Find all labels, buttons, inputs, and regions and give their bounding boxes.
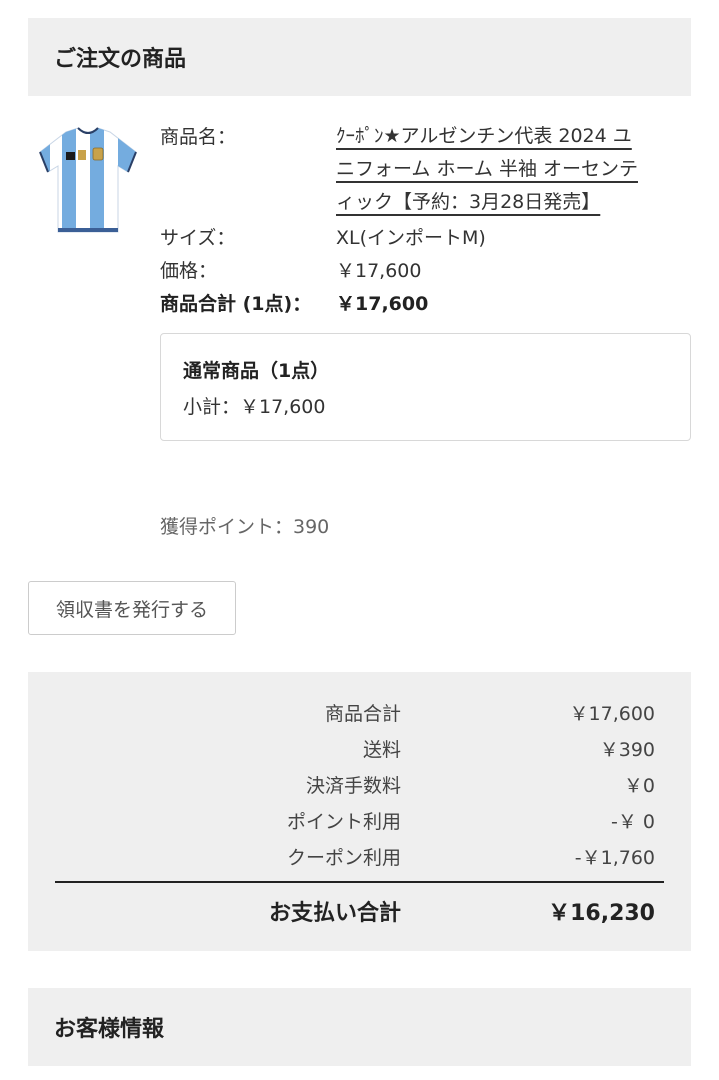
summary-row-value: ￥390 <box>599 739 655 761</box>
summary-row-label: 決済手数料 <box>305 775 401 797</box>
product-name-link[interactable]: ｸｰﾎﾟﾝ★アルゼンチン代表 2024 ユ ニフォーム ホーム 半袖 オーセンテ… <box>336 120 684 219</box>
customer-info-header: お客様情報 <box>28 988 691 1066</box>
subtotal-box-title: 通常商品（1点） <box>183 360 330 382</box>
summary-row-value: ￥0 <box>623 775 655 797</box>
issue-receipt-button[interactable]: 領収書を発行する <box>28 581 236 635</box>
summary-row-label: クーポン利用 <box>286 847 401 869</box>
order-items-title: ご注文の商品 <box>54 47 187 72</box>
customer-info-title: お客様情報 <box>54 1017 165 1042</box>
order-detail-page: ご注文の商品 商品名： ｸｰﾎﾟﾝ★アルゼンチン代表 2024 ユ ニフォーム … <box>0 0 719 1080</box>
summary-row-label: 商品合計 <box>324 703 401 725</box>
product-name-label: 商品名： <box>160 126 237 148</box>
summary-row-value: ￥17,600 <box>569 703 655 725</box>
summary-row-value: -￥1,760 <box>574 847 655 869</box>
item-total-label: 商品合計 (1点)： <box>160 293 312 315</box>
order-items-header: ご注文の商品 <box>28 18 691 96</box>
size-label: サイズ： <box>160 227 236 249</box>
price-label: 価格： <box>160 260 218 282</box>
earned-points: 獲得ポイント：390 <box>160 516 330 538</box>
summary-row-value: -￥ 0 <box>611 811 655 833</box>
size-value: XL(インポートM) <box>336 227 486 249</box>
product-name-line: ニフォーム ホーム 半袖 オーセンテ <box>336 158 638 180</box>
grand-total-label: お支払い合計 <box>268 901 401 926</box>
product-image[interactable] <box>36 124 140 238</box>
jersey-icon <box>39 127 137 233</box>
item-total-value: ￥17,600 <box>336 293 429 315</box>
payment-summary-panel: 商品合計 ￥17,600 送料 ￥390 決済手数料 ￥0 ポイント利用 -￥ … <box>28 672 691 951</box>
summary-row-label: 送料 <box>362 739 401 761</box>
summary-divider <box>55 881 664 883</box>
subtotal-box: 通常商品（1点） 小計：￥17,600 <box>160 333 691 441</box>
product-name-line: ｸｰﾎﾟﾝ★アルゼンチン代表 2024 ユ <box>336 125 632 147</box>
summary-row-label: ポイント利用 <box>286 811 401 833</box>
grand-total-value: ￥16,230 <box>548 901 655 926</box>
product-name-line: ィック【予約：3月28日発売】 <box>336 191 601 213</box>
subtotal-line: 小計：￥17,600 <box>183 396 326 418</box>
price-value: ￥17,600 <box>336 260 422 282</box>
